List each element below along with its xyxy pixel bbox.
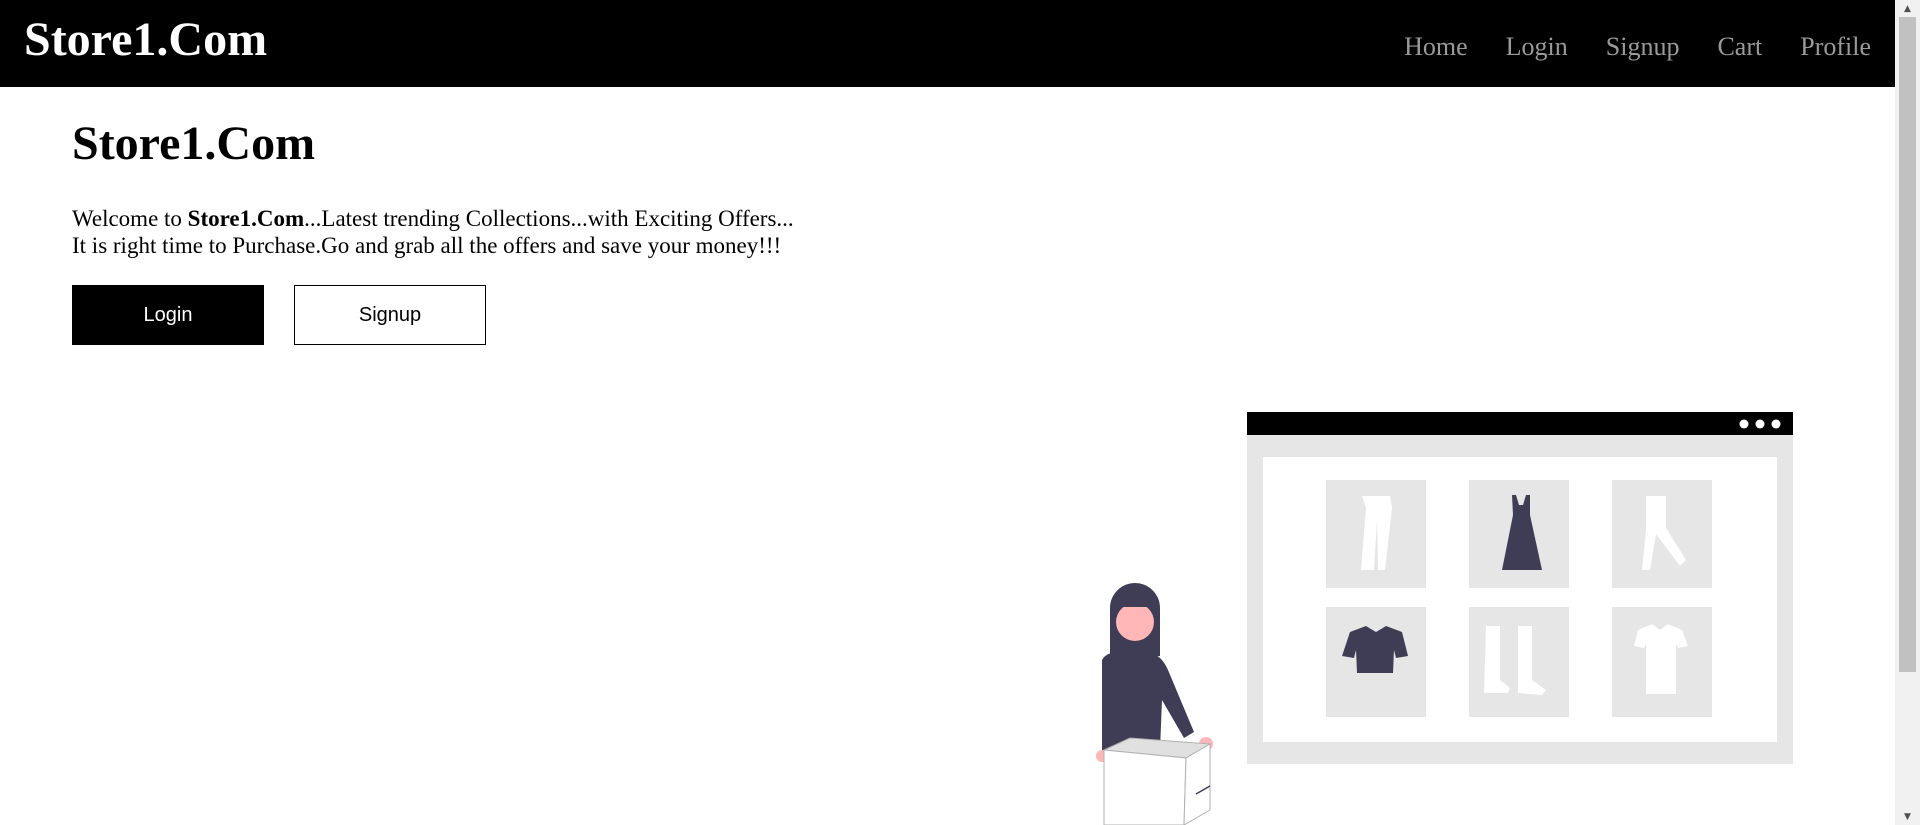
nav-link-profile[interactable]: Profile	[1800, 34, 1871, 60]
nav-links: Home Login Signup Cart Profile	[1404, 34, 1871, 60]
nav-link-signup[interactable]: Signup	[1606, 34, 1680, 60]
product-tile-sweater	[1326, 607, 1426, 717]
signup-button[interactable]: Signup	[294, 285, 486, 345]
product-tile-dress	[1469, 480, 1569, 588]
hero-line1-brand: Store1.Com	[187, 206, 305, 231]
shopping-illustration	[1096, 412, 1793, 825]
vertical-scrollbar[interactable]: ▲ ▼	[1895, 0, 1920, 825]
login-button[interactable]: Login	[72, 285, 264, 345]
nav-link-login[interactable]: Login	[1506, 34, 1568, 60]
hero-text: Welcome to Store1.Com...Latest trending …	[72, 205, 794, 259]
product-tile-boots	[1469, 607, 1569, 717]
navbar: Store1.Com Home Login Signup Cart Profil…	[0, 0, 1895, 87]
window-dot-icon	[1739, 419, 1749, 429]
product-tile-tshirt	[1612, 607, 1712, 717]
person-figure	[1096, 583, 1213, 825]
scroll-up-arrow-icon[interactable]: ▲	[1895, 0, 1920, 17]
nav-link-cart[interactable]: Cart	[1717, 34, 1762, 60]
product-tile-trousers	[1612, 480, 1712, 588]
hero-line2: It is right time to Purchase.Go and grab…	[72, 233, 782, 258]
scroll-down-arrow-icon[interactable]: ▼	[1895, 808, 1920, 825]
nav-link-home[interactable]: Home	[1404, 34, 1468, 60]
hero-line1-prefix: Welcome to	[72, 206, 188, 231]
scroll-thumb[interactable]	[1899, 17, 1916, 672]
product-tile-pants	[1326, 480, 1426, 588]
window-dot-icon	[1771, 419, 1781, 429]
hero-line1-suffix: ...Latest trending Collections...with Ex…	[304, 206, 794, 231]
window-dot-icon	[1755, 419, 1765, 429]
hero-title: Store1.Com	[72, 117, 316, 170]
brand-logo[interactable]: Store1.Com	[24, 13, 267, 67]
